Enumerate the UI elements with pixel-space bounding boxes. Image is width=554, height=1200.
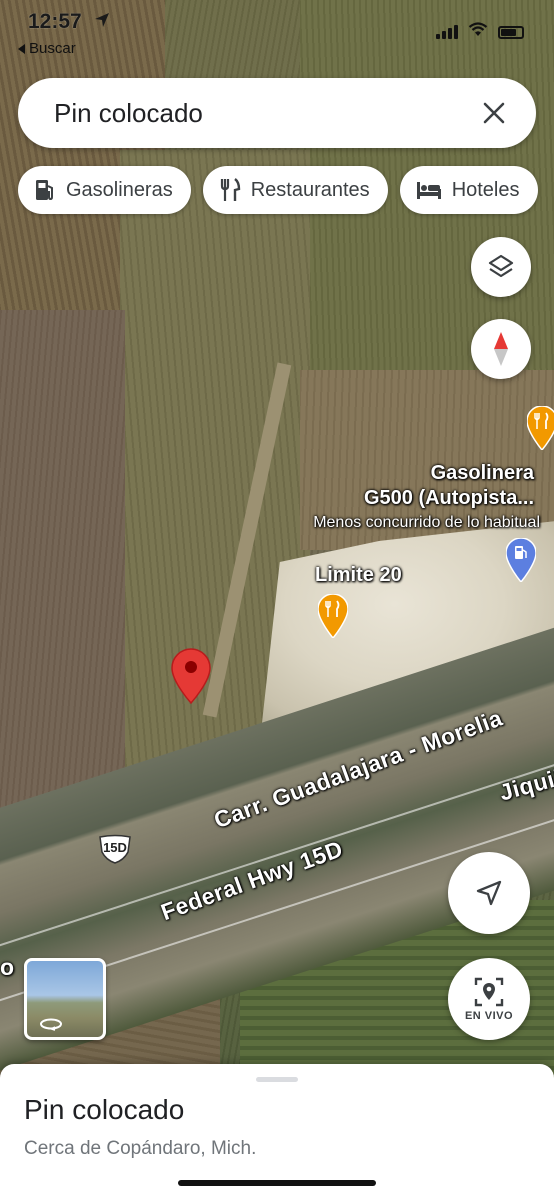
live-view-button[interactable]: EN VIVO xyxy=(448,958,530,1040)
live-view-label: EN VIVO xyxy=(464,1010,514,1022)
chip-restaurantes[interactable]: Restaurantes xyxy=(202,166,388,214)
battery-icon xyxy=(498,25,524,39)
location-services-icon xyxy=(94,12,110,28)
layers-button[interactable] xyxy=(471,237,531,297)
place-title: Pin colocado xyxy=(24,1094,185,1125)
gas-station-icon xyxy=(36,180,53,201)
home-indicator[interactable] xyxy=(178,1180,376,1186)
dropped-pin-icon[interactable] xyxy=(171,648,211,709)
highway-shield-icon: 15D xyxy=(98,834,132,869)
highway-shield-label: 15D xyxy=(103,840,127,855)
back-app-label: Buscar xyxy=(29,40,76,57)
category-chips: Gasolineras Restaurantes Hoteles xyxy=(18,166,538,214)
road-label: o xyxy=(0,954,15,980)
street-view-thumbnail[interactable] xyxy=(24,958,106,1040)
restaurant-icon xyxy=(220,178,240,201)
restaurant-pin-icon[interactable] xyxy=(526,405,554,455)
poi-gas-name-line1[interactable]: Gasolinera xyxy=(431,462,534,485)
chip-hoteles[interactable]: Hoteles xyxy=(399,166,538,214)
status-bar: 12:57 Buscar xyxy=(0,0,554,60)
chip-label: Hoteles xyxy=(451,178,520,201)
back-triangle-icon xyxy=(18,43,25,54)
back-to-app-link[interactable]: Buscar xyxy=(18,40,76,57)
gas-station-pin-icon[interactable] xyxy=(505,537,537,587)
chip-label: Gasolineras xyxy=(66,178,173,201)
sheet-grabber-handle[interactable] xyxy=(256,1077,298,1082)
status-time: 12:57 xyxy=(28,10,82,33)
place-bottom-sheet[interactable]: Pin colocado Cerca de Copándaro, Mich. xyxy=(0,1064,554,1200)
chip-label: Restaurantes xyxy=(250,178,370,201)
street-view-360-icon xyxy=(40,1018,62,1031)
hotel-bed-icon xyxy=(416,182,441,199)
poi-gas-name-line2[interactable]: G500 (Autopista... xyxy=(364,487,534,510)
chip-gasolineras[interactable]: Gasolineras xyxy=(18,166,191,214)
search-bar[interactable]: Pin colocado xyxy=(18,78,536,148)
crop-field xyxy=(0,310,125,830)
cellular-signal-icon xyxy=(436,25,458,39)
layers-icon xyxy=(488,254,514,278)
restaurant-pin-icon[interactable] xyxy=(317,593,349,643)
compass-icon xyxy=(494,332,508,366)
navigation-arrow-icon xyxy=(476,880,502,906)
wifi-icon xyxy=(468,22,488,42)
live-view-icon xyxy=(474,977,504,1007)
poi-restaurant-name[interactable]: Limite 20 xyxy=(315,564,402,587)
search-input[interactable]: Pin colocado xyxy=(54,98,476,129)
compass-button[interactable] xyxy=(471,319,531,379)
poi-gas-status: Menos concurrido de lo habitual xyxy=(313,514,540,531)
place-subtitle: Cerca de Copándaro, Mich. xyxy=(24,1138,257,1159)
my-location-button[interactable] xyxy=(448,852,530,934)
status-icons xyxy=(436,22,524,42)
close-icon[interactable] xyxy=(476,95,512,131)
